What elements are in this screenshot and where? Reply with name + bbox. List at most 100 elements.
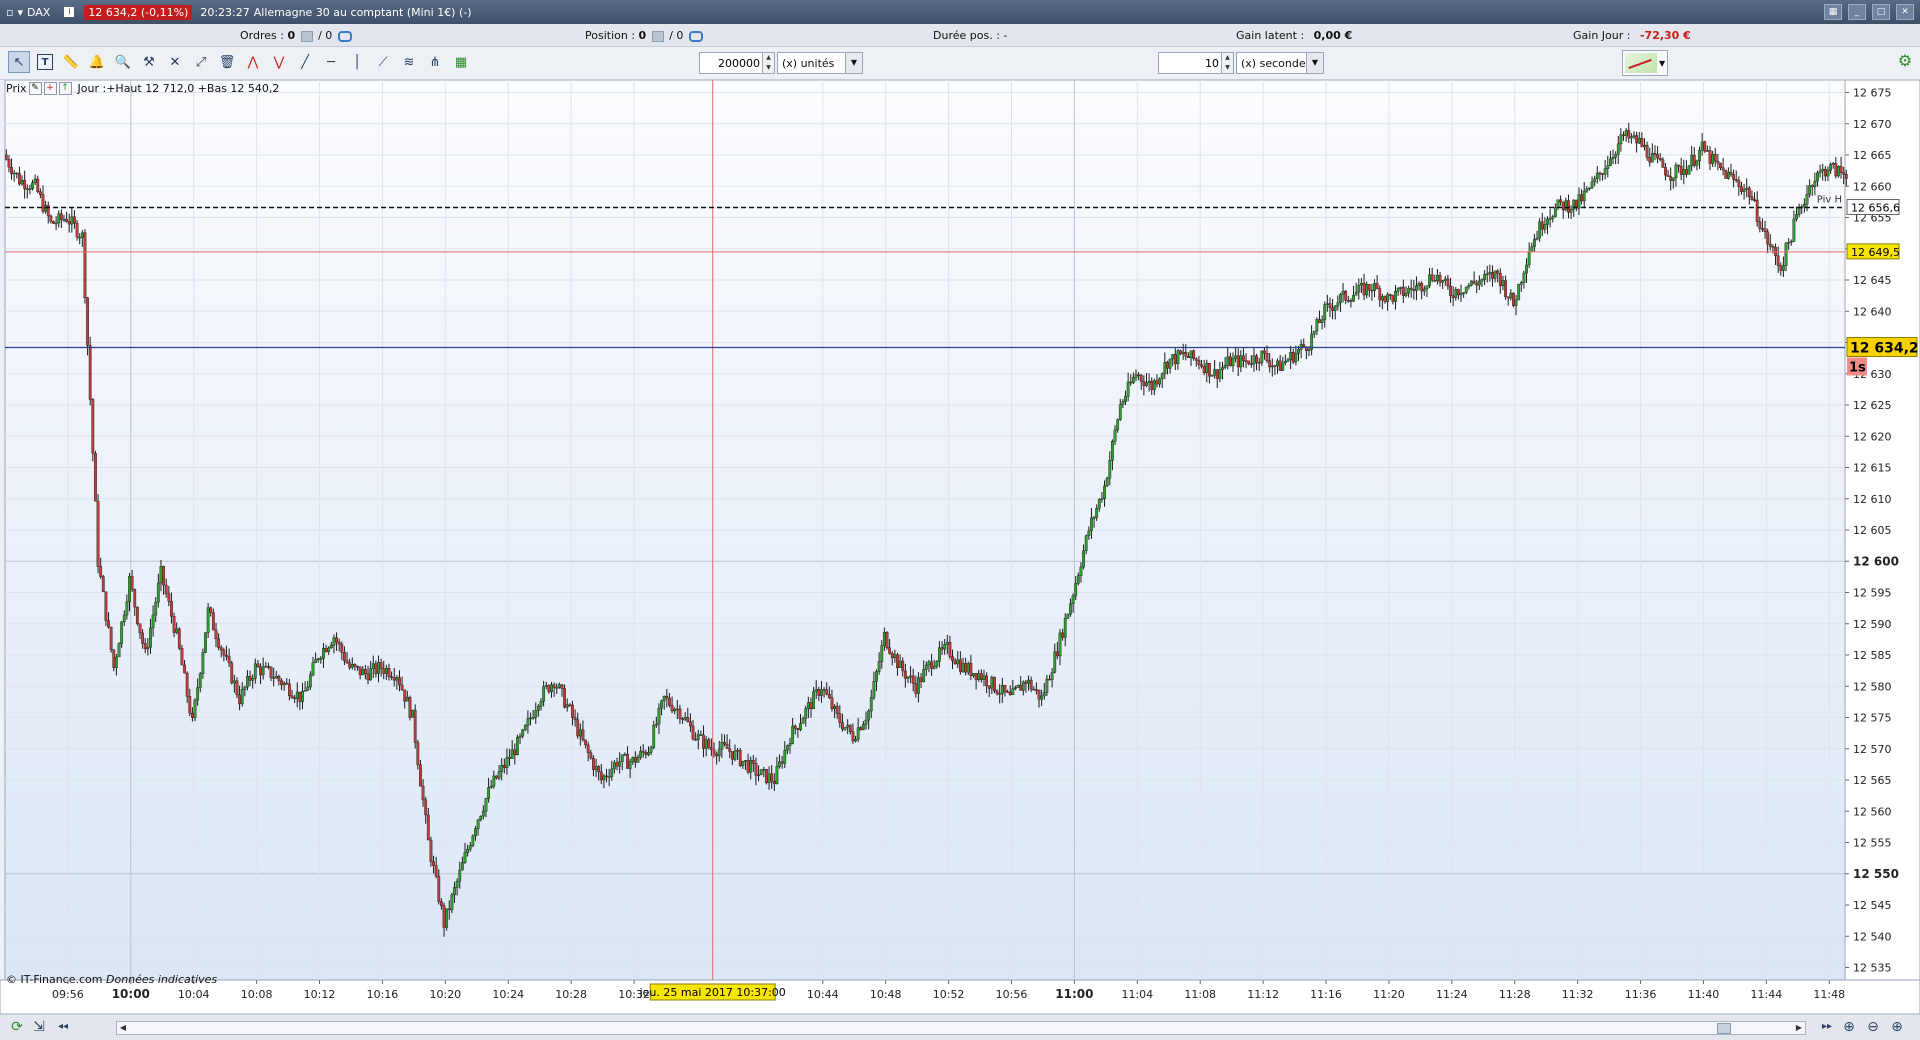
units-stepper-arrows[interactable]: ▲ ▼ <box>762 53 774 73</box>
candle-body <box>1577 194 1581 209</box>
export-icon[interactable]: ⇲ <box>30 1019 48 1035</box>
candle-body <box>953 660 957 665</box>
chevron-down-icon[interactable]: ▾ <box>17 6 23 19</box>
zoom-fit-icon[interactable]: ⊕ <box>1840 1019 1858 1035</box>
candle-body <box>1401 286 1405 296</box>
chart-type-icon <box>1625 53 1657 73</box>
horizontal-scrollbar[interactable]: ◀ ▶ <box>116 1021 1806 1035</box>
text-tool-icon[interactable]: T <box>37 54 53 70</box>
interval-stepper[interactable]: ▲▼ <box>1158 52 1234 74</box>
link-icon[interactable] <box>337 30 352 42</box>
trendline-cross-icon[interactable]: ✕ <box>164 51 186 73</box>
units-stepper[interactable]: ▲▼ <box>699 52 775 74</box>
interval-stepper-arrows[interactable]: ▲ ▼ <box>1221 53 1233 73</box>
x-tick-label: 10:20 <box>429 988 461 1001</box>
candle-body <box>806 702 810 709</box>
horizontal-line-icon[interactable]: ─ <box>320 51 342 73</box>
ray-icon[interactable]: ⟋ <box>372 51 394 73</box>
candle-body <box>867 710 871 721</box>
channel-icon[interactable]: ⋀ <box>242 51 264 73</box>
candle-body <box>552 684 556 688</box>
candle-body <box>586 744 590 753</box>
candle-body <box>487 787 490 799</box>
vertical-line-icon[interactable]: │ <box>346 51 368 73</box>
candle-body <box>442 905 446 928</box>
alert-bell-icon[interactable]: 🔔 <box>86 51 108 73</box>
candle-body <box>130 576 134 590</box>
x-tick-label: 10:56 <box>996 988 1028 1001</box>
interval-select[interactable]: (x) secondes ▼ <box>1236 52 1324 74</box>
units-input[interactable] <box>700 55 762 71</box>
candle-body <box>460 862 464 871</box>
interval-input[interactable] <box>1159 55 1221 71</box>
candle-body <box>1242 355 1245 361</box>
orders-icon[interactable] <box>300 30 313 42</box>
zoom-in-icon[interactable]: ⊕ <box>1888 1019 1906 1035</box>
chart-settings-icon[interactable]: ⚙ <box>1896 53 1914 69</box>
candle-body <box>1407 287 1410 294</box>
candle-body <box>1420 283 1424 292</box>
x-tick-label: 11:00 <box>1055 987 1093 1001</box>
info-icon[interactable]: i <box>64 7 75 17</box>
fan-icon[interactable]: ⋔ <box>424 51 446 73</box>
candle-body <box>780 761 784 764</box>
candle-body <box>1695 160 1699 166</box>
chevron-down-icon[interactable]: ▼ <box>1659 59 1665 68</box>
scroll-right-arrow[interactable]: ▶ <box>1793 1022 1805 1034</box>
tools-icon[interactable]: ⚒ <box>138 51 160 73</box>
price-chart[interactable]: 12 535 12 540 12 545 12 550 12 555 12 560 12 5… <box>0 80 1920 1014</box>
pattern-icon[interactable]: ▦ <box>450 51 472 73</box>
ruler-icon[interactable]: 📏 <box>60 51 82 73</box>
expand-icon[interactable]: ▸▸ <box>1818 1019 1836 1035</box>
collapse-icon[interactable]: ◂◂ <box>54 1019 72 1035</box>
candle-body <box>1124 395 1127 402</box>
arrow-up-icon[interactable]: ↑ <box>58 82 72 95</box>
line-icon[interactable]: ╱ <box>294 51 316 73</box>
units-select[interactable]: (x) unités ▼ <box>777 52 863 74</box>
candle-body <box>1268 360 1272 368</box>
candle-body <box>1312 330 1316 335</box>
candle-body <box>534 710 538 718</box>
zoom-out-icon[interactable]: ⊖ <box>1864 1019 1882 1035</box>
y-tick-label: 12 615 <box>1853 462 1892 475</box>
delete-icon[interactable]: 🗑 <box>216 51 238 73</box>
candle-body <box>1611 156 1615 160</box>
candle-body <box>306 686 310 691</box>
position-icon[interactable] <box>651 30 664 42</box>
candle-body <box>1438 275 1442 283</box>
chart-canvas[interactable]: 12 535 12 540 12 545 12 550 12 555 12 560 12 5… <box>0 80 1920 1014</box>
channel-alt-icon[interactable]: ⋁ <box>268 51 290 73</box>
candle-body <box>1082 550 1085 568</box>
candle-body <box>44 205 48 212</box>
scroll-left-arrow[interactable]: ◀ <box>117 1022 129 1034</box>
minimize-button[interactable]: _ <box>1848 4 1866 20</box>
scrollbar-thumb[interactable] <box>1717 1023 1731 1034</box>
maximize-button[interactable]: □ <box>1872 4 1890 20</box>
plus-icon[interactable]: + <box>43 82 57 95</box>
refresh-icon[interactable]: ⟳ <box>8 1019 26 1035</box>
candle-body <box>1740 186 1743 192</box>
wrench-icon[interactable]: ✎ <box>28 82 42 95</box>
candle-body <box>138 623 142 634</box>
candle-body <box>232 680 236 684</box>
candle-body <box>1108 460 1112 479</box>
keyboard-icon[interactable]: ▦ <box>1824 4 1842 20</box>
symbol-selector[interactable]: ▫ ▾ DAX <box>6 6 50 19</box>
candle-body <box>848 724 852 732</box>
candle-body <box>778 761 781 767</box>
candle-body <box>1218 369 1222 379</box>
candle-body <box>120 621 124 644</box>
candle-body <box>91 399 95 454</box>
zoom-icon[interactable]: 🔍 <box>112 51 134 73</box>
close-button[interactable]: ✕ <box>1896 4 1914 20</box>
trendline-icon[interactable]: ⤢ <box>190 51 212 73</box>
link-icon[interactable] <box>688 30 703 42</box>
fibonacci-icon[interactable]: ≋ <box>398 51 420 73</box>
candle-body <box>665 695 669 699</box>
chevron-down-icon[interactable]: ▼ <box>1306 53 1323 73</box>
candle-body <box>1496 270 1500 274</box>
chevron-down-icon[interactable]: ▼ <box>845 53 862 73</box>
candle-body <box>571 704 574 718</box>
chart-type-button[interactable]: ▼ <box>1622 50 1668 76</box>
pointer-icon[interactable]: ↖ <box>8 51 30 73</box>
